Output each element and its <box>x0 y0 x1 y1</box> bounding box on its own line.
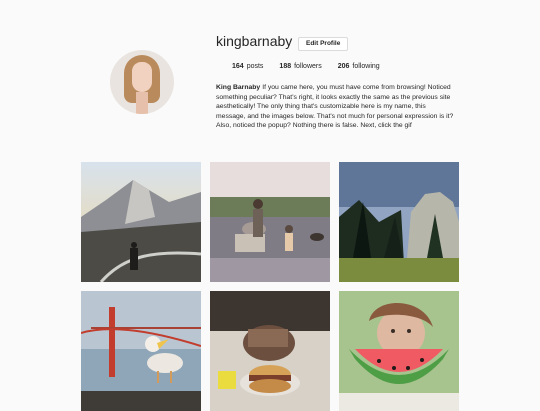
post-tile-cliff[interactable] <box>339 162 459 282</box>
posts-stat[interactable]: 164 posts <box>232 63 263 70</box>
followers-label: followers <box>294 63 322 70</box>
profile-username: kingbarnaby <box>216 33 293 49</box>
posts-label: posts <box>246 63 264 70</box>
burger-image <box>210 291 330 411</box>
posts-count: 164 <box>232 63 244 70</box>
profile-bio: King Barnaby If you came here, you must h… <box>216 83 456 131</box>
avatar-neck <box>136 92 148 114</box>
following-count: 206 <box>337 63 350 70</box>
followers-stat[interactable]: 188 followers <box>279 63 321 70</box>
following-label: following <box>352 63 380 70</box>
post-tile-watermelon[interactable] <box>339 291 459 411</box>
followers-count: 188 <box>279 63 292 70</box>
following-stat[interactable]: 206 following <box>338 63 380 70</box>
post-tile-bridge[interactable] <box>81 291 201 411</box>
post-tile-burger[interactable] <box>210 291 330 411</box>
post-tile-mountain[interactable] <box>81 162 201 282</box>
profile-stats: 164 posts 188 followers 206 following <box>232 63 380 70</box>
lake-family-image <box>210 162 330 282</box>
golden-gate-seagull-image <box>81 291 201 411</box>
avatar-face <box>132 62 152 92</box>
mountain-sunset-image <box>81 162 201 282</box>
profile-avatar[interactable] <box>110 50 174 114</box>
granite-cliff-image <box>339 162 459 282</box>
bio-name: King Barnaby <box>216 84 261 91</box>
watermelon-woman-image <box>339 291 459 411</box>
edit-profile-button[interactable]: Edit Profile <box>298 37 349 51</box>
post-tile-lake[interactable] <box>210 162 330 282</box>
